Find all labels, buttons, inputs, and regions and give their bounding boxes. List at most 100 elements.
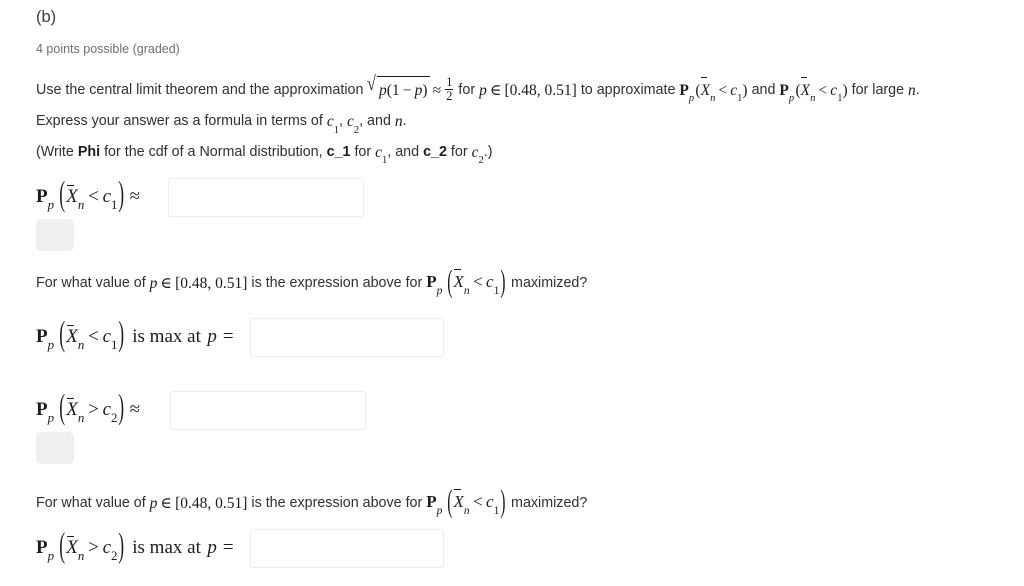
prompt-lead-4: and (751, 82, 776, 98)
points-possible-text: 4 points possible (graded) (36, 42, 180, 56)
row2-P-sub: p (47, 337, 55, 353)
answer-input-3[interactable] (169, 391, 366, 430)
q2-P-sub: p (436, 503, 443, 517)
q2-lead: For what value of (36, 495, 146, 511)
paren-close-2: ) (842, 82, 848, 99)
c-sub-1: 1 (737, 93, 743, 105)
q2-p-var: p (149, 495, 158, 512)
prompt-lead-3: to approximate (580, 82, 676, 98)
one-half-fraction: 12 (445, 75, 454, 104)
row2-is-max-at: is max at (132, 325, 201, 347)
n-var: n (908, 82, 916, 99)
prompt-comma: , (338, 113, 343, 130)
p-interval-1: p ∈ [0.48, 0.51] (479, 78, 577, 103)
note-c1-math: c1 (375, 140, 387, 171)
answer-input-2[interactable] (250, 318, 445, 357)
note-close: .) (483, 144, 493, 160)
c1-letter: c (326, 113, 334, 131)
row3-approx: ≈ (129, 398, 141, 420)
q1-prob-expr: Pp (Xn < c1) (426, 263, 507, 300)
row2-xbar-sub: n (77, 337, 85, 353)
c-sub-2: 1 (837, 93, 843, 105)
q1-paren-close: ) (500, 263, 506, 299)
q2-c: c (486, 492, 494, 511)
note-phi-token: Phi (77, 144, 101, 160)
c1-subscript: 1 (333, 124, 339, 136)
row3-P-sub: p (47, 410, 55, 426)
row1-c-sub: 1 (111, 197, 118, 213)
row4-is-max-at: is max at (132, 536, 201, 558)
less-than-2: < (818, 82, 828, 99)
row3-paren-open: ( (59, 388, 65, 428)
problem-statement: Use the central limit theorem and the ap… (36, 74, 966, 139)
q1-c-sub: 1 (493, 283, 500, 297)
interval-1: [0.48, 0.51] (504, 82, 577, 99)
note-mid-3: , and (387, 144, 420, 160)
q1-p-interval: p ∈ [0.48, 0.51] (150, 271, 248, 296)
row4-P: P (36, 536, 48, 558)
row4-P-sub: p (47, 548, 55, 564)
row2-paren-open: ( (59, 315, 65, 355)
prob-expr-inline-2: Pp (Xn < c1) (779, 77, 848, 109)
radical-sign: √ (367, 73, 377, 95)
prob-P-sub-1: p (688, 93, 695, 105)
answer-input-1[interactable] (167, 178, 364, 217)
note-c2-subscript: 2 (478, 155, 484, 167)
q1-xbar: X (454, 268, 464, 294)
q1-element-of-sign: ∈ (160, 275, 172, 292)
note-c1-token: c_1 (326, 144, 351, 160)
element-of-sign-1: ∈ (489, 82, 502, 99)
sqrt-one: 1 (391, 82, 400, 99)
row1-paren-close: ) (118, 175, 125, 215)
xbar-2: X (801, 77, 810, 103)
answer-row-4: Pp (Xn > c2) is max at p = (36, 527, 445, 568)
answer-row-2-label: Pp (Xn < c1) is max at p = (36, 316, 234, 355)
q1-mid: is the expression above for (251, 275, 423, 291)
answer-row-3: Pp (Xn > c2) ≈ (36, 388, 366, 430)
note-c1-subscript: 1 (382, 155, 388, 167)
prompt-lead-1: Use the central limit theorem and the ap… (36, 82, 364, 98)
q1-P-sub: p (436, 283, 443, 297)
row1-c: c (102, 185, 112, 207)
row3-greater-than: > (88, 398, 99, 420)
q2-less-than: < (473, 492, 483, 511)
q2-p-interval: p ∈ [0.48, 0.51] (150, 491, 248, 516)
sqrt-minus: − (402, 82, 412, 99)
row4-p-equals: p = (207, 536, 235, 558)
xbar-sub-1: n (710, 93, 716, 105)
answer-status-chip-2 (36, 432, 74, 464)
answer-row-1-label: Pp (Xn < c1) ≈ (36, 176, 144, 215)
prob-P-1: P (679, 82, 689, 99)
row1-P-sub: p (47, 197, 55, 213)
note-open: (Write (36, 144, 74, 160)
answer-input-4[interactable] (250, 529, 445, 568)
q1-xbar-sub: n (463, 283, 470, 297)
q1-tail: maximized? (511, 275, 588, 291)
q2-xbar: X (454, 488, 464, 514)
note-c2-token: c_2 (423, 144, 447, 160)
row3-c: c (102, 398, 112, 420)
c2-subscript: 2 (353, 124, 360, 136)
q2-tail: maximized? (511, 495, 588, 511)
row4-c: c (102, 536, 112, 558)
less-than-1: < (718, 82, 728, 99)
row4-xbar: X (66, 536, 78, 558)
xbar-1: X (701, 77, 710, 103)
row1-xbar-sub: n (77, 197, 85, 213)
row1-xbar: X (66, 185, 78, 207)
q2-mid: is the expression above for (251, 495, 423, 511)
n-var-2: n (394, 113, 403, 131)
row2-P: P (36, 325, 48, 347)
answer-row-4-label: Pp (Xn > c2) is max at p = (36, 527, 235, 566)
xbar-sub-2: n (810, 93, 816, 105)
prompt-lead-2: for (458, 82, 476, 98)
question-2: For what value of p ∈ [0.48, 0.51] is the … (36, 483, 966, 520)
c2-letter: c (346, 113, 354, 131)
row4-paren-open: ( (59, 526, 65, 566)
row3-paren-close: ) (118, 388, 125, 428)
row3-P: P (36, 398, 48, 420)
q2-P: P (426, 492, 437, 511)
prompt-lead-7: , and (359, 113, 391, 130)
q1-p-var: p (149, 275, 158, 292)
row2-less-than: < (88, 325, 99, 347)
